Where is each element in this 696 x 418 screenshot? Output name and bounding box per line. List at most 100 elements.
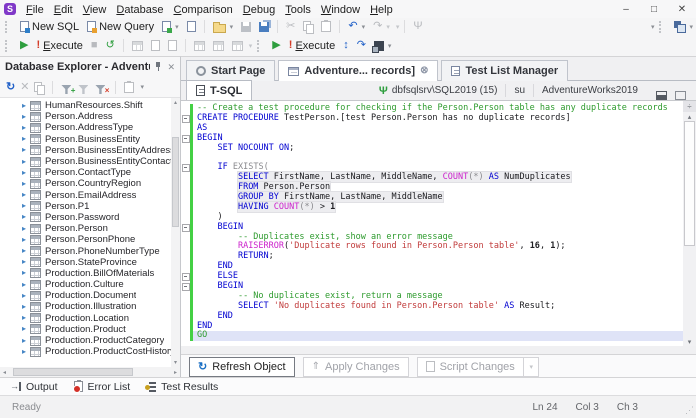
scrollbar-thumb[interactable] <box>13 368 133 376</box>
debug-button-2[interactable] <box>148 39 163 52</box>
script-changes-dropdown[interactable]: ▾ <box>523 356 539 377</box>
menu-debug[interactable]: Debug <box>238 3 280 17</box>
tree-item[interactable]: ▸ Person.PersonPhone <box>0 234 171 245</box>
remove-filter-icon[interactable]: × <box>95 81 109 95</box>
scroll-down-icon[interactable]: ▾ <box>685 337 694 346</box>
menu-edit[interactable]: Edit <box>49 3 78 17</box>
undo-button[interactable]: ↶ ▾ <box>345 20 368 33</box>
new-document-button[interactable]: ▾ <box>159 20 182 33</box>
chevron-down-icon[interactable]: ▾ <box>249 42 253 50</box>
tree-item[interactable]: ▸ Production.Product <box>0 324 171 335</box>
menu-window[interactable]: Window <box>316 3 365 17</box>
tree-item[interactable]: ▸ Production.Illustration <box>0 301 171 312</box>
tree-item[interactable]: ▸ Person.StateProvince <box>0 257 171 268</box>
full-view-icon[interactable] <box>675 91 686 100</box>
menu-comparison[interactable]: Comparison <box>168 3 237 17</box>
save-all-button[interactable] <box>256 21 272 33</box>
close-panel-icon[interactable]: ✕ <box>167 62 175 72</box>
expand-arrow-icon[interactable]: ▸ <box>22 258 26 266</box>
close-button[interactable]: ✕ <box>668 0 696 18</box>
expand-arrow-icon[interactable]: ▸ <box>22 247 26 255</box>
chevron-down-icon[interactable]: ▾ <box>230 23 234 31</box>
estimated-plan-button[interactable]: ↷ <box>354 39 369 52</box>
toolbar-grip[interactable] <box>5 39 12 52</box>
filter-icon[interactable] <box>78 81 90 94</box>
tree-item[interactable]: ▸ Production.BillOfMaterials <box>0 268 171 279</box>
expand-arrow-icon[interactable]: ▸ <box>22 112 26 121</box>
fold-toggle-icon[interactable] <box>181 134 190 144</box>
scroll-up-icon[interactable]: ▴ <box>685 112 694 121</box>
view-button-1[interactable] <box>191 40 208 52</box>
expand-arrow-icon[interactable]: ▸ <box>22 235 26 244</box>
close-tab-icon[interactable]: ⊗ <box>420 66 428 76</box>
resize-grip[interactable]: ⋰ <box>685 405 694 416</box>
fold-toggle-icon[interactable] <box>181 272 190 282</box>
menu-tools[interactable]: Tools <box>280 3 316 17</box>
tree-item[interactable]: ▸ Person.EmailAddress <box>0 190 171 201</box>
tree-vertical-scrollbar[interactable]: ▴ ▾ <box>171 98 180 367</box>
new-sql-button[interactable]: New SQL <box>17 20 82 34</box>
view-button-2[interactable] <box>210 40 227 52</box>
expand-arrow-icon[interactable]: ▸ <box>22 179 26 188</box>
bottom-tab-output[interactable]: → Output <box>10 381 58 393</box>
toolbar-grip[interactable] <box>659 20 666 33</box>
code-area[interactable]: -- Create a test procedure for checking … <box>181 101 683 346</box>
copy-button[interactable] <box>300 20 316 34</box>
toolbar-grip[interactable] <box>257 39 264 52</box>
save-button[interactable] <box>238 21 254 33</box>
tab-tsql[interactable]: T-SQL <box>186 80 253 100</box>
chevron-down-icon[interactable]: ▾ <box>362 23 366 31</box>
menu-help[interactable]: Help <box>365 3 398 17</box>
tree-item[interactable]: ▸ Person.BusinessEntityAddress <box>0 145 171 156</box>
tree-item[interactable]: ▸ Production.Document <box>0 290 171 301</box>
bottom-tab-error-list[interactable]: Error List <box>72 380 130 393</box>
refresh-object-button[interactable]: ↻ Refresh Object <box>189 356 295 377</box>
tab-start-page[interactable]: Start Page <box>186 60 276 81</box>
chevron-down-icon[interactable]: ▾ <box>175 23 179 31</box>
tree-item[interactable]: ▸ Person.BusinessEntityContact <box>0 156 171 167</box>
execute-button[interactable]: ! Execute <box>33 39 85 53</box>
explorer-tree[interactable]: ▸ HumanResources.Shift ▸ Person.Address ▸ Per… <box>0 98 180 367</box>
expand-arrow-icon[interactable]: ▸ <box>22 123 26 132</box>
open-button[interactable]: ▾ <box>210 20 237 34</box>
duplicate-icon[interactable] <box>34 81 46 95</box>
expand-arrow-icon[interactable]: ▸ <box>22 135 26 143</box>
window-layout-button[interactable]: ▾ <box>671 20 696 33</box>
tree-item[interactable]: ▸ Person.AddressType <box>0 122 171 133</box>
chevron-down-icon[interactable]: ▾ <box>396 23 400 31</box>
scroll-left-icon[interactable]: ◂ <box>0 368 9 377</box>
debug-button-1[interactable] <box>129 40 146 52</box>
fold-toggle-icon[interactable] <box>181 223 190 233</box>
fold-toggle-icon[interactable] <box>181 114 190 124</box>
fetch-all-button[interactable]: ↕ <box>340 39 352 52</box>
tree-item[interactable]: ▸ Production.ProductCostHistory <box>0 346 171 357</box>
tree-item[interactable]: ▸ Person.P1 <box>0 201 171 212</box>
connection-user[interactable]: su <box>505 84 533 97</box>
fold-toggle-icon[interactable] <box>181 282 190 292</box>
expand-arrow-icon[interactable]: ▸ <box>22 347 26 356</box>
tree-item[interactable]: ▸ Production.Location <box>0 313 171 324</box>
results-layout-button[interactable]: ▾ <box>371 40 395 53</box>
connection-database[interactable]: AdventureWorks2019 <box>533 84 646 97</box>
execute-script-button[interactable]: ! Execute <box>286 39 338 53</box>
tree-item[interactable]: ▸ Person.Password <box>0 212 171 223</box>
expand-arrow-icon[interactable]: ▸ <box>22 191 26 199</box>
connection-button[interactable]: Ψ <box>410 20 425 33</box>
tree-item[interactable]: ▸ Person.ContactType <box>0 167 171 178</box>
expand-arrow-icon[interactable]: ▸ <box>22 224 26 233</box>
menu-view[interactable]: View <box>78 3 112 17</box>
stop-button[interactable]: ■ <box>88 39 101 52</box>
menu-database[interactable]: Database <box>111 3 168 17</box>
view-button-3[interactable] <box>229 40 246 52</box>
run-script-button[interactable]: ▶ <box>269 39 283 52</box>
chevron-down-icon[interactable]: ▾ <box>388 42 392 50</box>
tree-horizontal-scrollbar[interactable]: ◂ ▸ <box>0 367 180 377</box>
expand-arrow-icon[interactable]: ▸ <box>22 101 26 110</box>
refresh-icon[interactable]: ↻ <box>6 81 15 93</box>
connection-server[interactable]: Ψ dbfsqlsrv\SQL2019 (15) <box>371 84 506 97</box>
chevron-down-icon[interactable]: ▾ <box>689 23 693 31</box>
tree-item[interactable]: ▸ HumanResources.Shift <box>0 100 171 111</box>
tree-item[interactable]: ▸ Production.Culture <box>0 279 171 290</box>
menu-file[interactable]: File <box>21 3 49 17</box>
expand-arrow-icon[interactable]: ▸ <box>22 314 26 322</box>
